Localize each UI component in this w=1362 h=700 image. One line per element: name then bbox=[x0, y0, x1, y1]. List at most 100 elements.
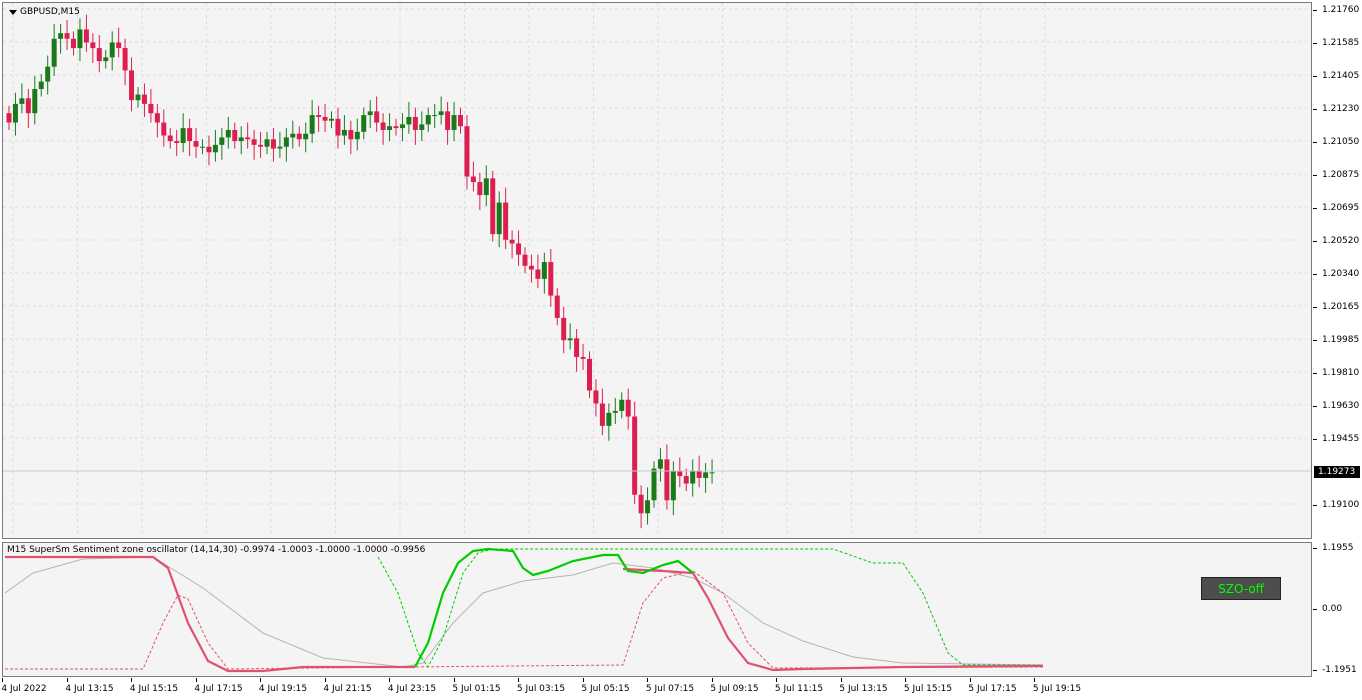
candle-bear bbox=[335, 118, 341, 136]
candle-bear bbox=[593, 390, 599, 404]
candle-bear bbox=[193, 141, 199, 147]
candle-bear bbox=[412, 116, 418, 130]
candle-bull bbox=[657, 459, 663, 469]
price-tick-label: 1.21050 bbox=[1322, 137, 1360, 147]
price-tick bbox=[1313, 505, 1317, 506]
candle-bear bbox=[296, 133, 302, 140]
candle-bear bbox=[374, 111, 380, 123]
candle-bull bbox=[419, 124, 425, 130]
candle-bull bbox=[612, 410, 618, 413]
time-tick bbox=[324, 678, 326, 682]
time-tick bbox=[905, 678, 906, 682]
dropdown-triangle-icon[interactable] bbox=[9, 9, 17, 15]
time-tick bbox=[518, 678, 519, 682]
candle-bull bbox=[483, 178, 489, 196]
price-tick bbox=[1313, 109, 1317, 110]
oscillator-tick bbox=[1313, 548, 1317, 549]
candle-bear bbox=[122, 48, 128, 71]
candle-bull bbox=[103, 57, 109, 62]
candle-bull bbox=[399, 124, 405, 129]
candle-bear bbox=[490, 178, 496, 235]
time-axis: 4 Jul 2022 4 Jul 13:15 4 Jul 15:15 4 Jul 17… bbox=[0, 678, 1362, 700]
price-tick bbox=[1313, 43, 1317, 44]
price-tick-label: 1.20875 bbox=[1322, 170, 1360, 180]
oscillator-bull-zone-line bbox=[377, 548, 1043, 668]
candle-bull bbox=[12, 103, 18, 123]
time-tick-label: 4 Jul 13:15 bbox=[65, 684, 114, 694]
candle-bull bbox=[496, 202, 502, 235]
price-tick bbox=[1313, 373, 1317, 374]
oscillator-tick-label: 0.00 bbox=[1322, 604, 1343, 614]
time-tick bbox=[1034, 678, 1035, 682]
candle-bull bbox=[77, 29, 83, 49]
candle-bull bbox=[303, 133, 309, 140]
candle-bull bbox=[32, 89, 38, 114]
time-tick-label: 5 Jul 09:15 bbox=[710, 684, 759, 694]
time-tick bbox=[389, 678, 390, 682]
oscillator-chart bbox=[4, 547, 1044, 673]
candle-bear bbox=[477, 182, 483, 196]
time-tick bbox=[260, 678, 261, 682]
time-tick bbox=[131, 678, 132, 682]
candle-bear bbox=[25, 98, 31, 114]
candle-bear bbox=[696, 470, 702, 478]
candle-bull bbox=[290, 133, 296, 138]
price-tick-label: 1.20695 bbox=[1322, 203, 1360, 213]
time-tick-label: 5 Jul 11:15 bbox=[774, 684, 824, 694]
candle-bear bbox=[141, 94, 147, 104]
time-tick-label: 4 Jul 21:15 bbox=[323, 684, 372, 694]
candle-bull bbox=[354, 131, 360, 140]
time-tick bbox=[582, 678, 584, 682]
time-tick bbox=[711, 678, 713, 682]
candle-bear bbox=[625, 399, 631, 417]
candle-bear bbox=[148, 103, 154, 114]
candle-bull bbox=[690, 470, 696, 484]
price-tick-label: 1.19985 bbox=[1322, 335, 1360, 345]
candle-bull bbox=[438, 111, 444, 116]
candle-bear bbox=[574, 338, 580, 357]
oscillator-panel[interactable]: M15 SuperSm Sentiment zone oscillator (1… bbox=[2, 542, 1312, 677]
candle-bull bbox=[45, 66, 51, 82]
candle-bear bbox=[522, 254, 528, 266]
oscillator-main-bull-segment bbox=[414, 547, 694, 668]
price-tick bbox=[1313, 142, 1317, 143]
candle-bear bbox=[638, 494, 644, 514]
candle-bear bbox=[316, 115, 322, 117]
candle-bear bbox=[154, 113, 160, 123]
price-tick bbox=[1313, 274, 1317, 275]
candle-bull bbox=[283, 137, 289, 147]
candle-bull bbox=[219, 137, 225, 145]
candle-bear bbox=[458, 115, 463, 127]
candle-bear bbox=[161, 122, 167, 136]
price-chart-panel[interactable]: GBPUSD,M15 bbox=[2, 2, 1312, 539]
time-tick-label: 5 Jul 17:15 bbox=[968, 684, 1017, 694]
time-tick-label: 5 Jul 05:15 bbox=[581, 684, 630, 694]
szo-toggle-button[interactable]: SZO-off bbox=[1201, 577, 1281, 600]
candle-bull bbox=[709, 472, 715, 474]
time-tick bbox=[2, 678, 3, 682]
candle-bear bbox=[187, 128, 193, 142]
candle-bear bbox=[503, 202, 509, 240]
candle-bull bbox=[451, 115, 457, 130]
oscillator-main-bear-segment bbox=[622, 567, 1044, 672]
candle-bear bbox=[116, 42, 122, 49]
candle-bear bbox=[348, 129, 354, 140]
oscillator-tick-label: 1.1955 bbox=[1322, 543, 1354, 553]
candle-bear bbox=[232, 129, 238, 142]
candle-bear bbox=[632, 416, 638, 495]
candle-bull bbox=[38, 81, 44, 90]
time-tick bbox=[969, 678, 971, 682]
price-tick-label: 1.21230 bbox=[1322, 104, 1360, 114]
candle-bear bbox=[206, 146, 212, 153]
candle-bear bbox=[96, 48, 102, 62]
candle-bear bbox=[548, 262, 554, 296]
time-tick bbox=[66, 678, 68, 682]
candle-bear bbox=[251, 139, 257, 145]
candle-bull bbox=[645, 500, 651, 514]
time-tick bbox=[647, 678, 648, 682]
price-tick bbox=[1313, 76, 1317, 77]
time-tick-label: 4 Jul 23:15 bbox=[387, 684, 437, 694]
candle-bull bbox=[109, 42, 115, 58]
candle-bear bbox=[270, 139, 276, 149]
candle-bull bbox=[225, 129, 231, 138]
